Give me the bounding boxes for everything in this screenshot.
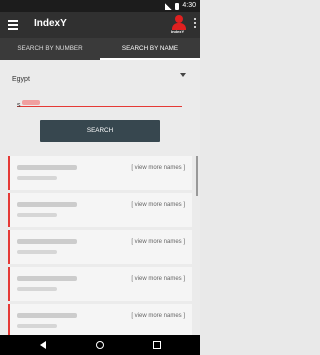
view-more-names-link[interactable]: [ view more names ] — [131, 276, 185, 282]
result-card[interactable]: [ view more names ] — [8, 193, 192, 227]
redacted-phone — [17, 324, 57, 328]
back-icon[interactable] — [40, 341, 46, 349]
redacted-name — [17, 202, 77, 207]
redacted-phone — [17, 250, 57, 254]
screen: 4:30 IndexY IndexY SEARCH BY NUMBER SEAR… — [0, 0, 200, 355]
redacted-name — [17, 313, 77, 318]
country-select[interactable]: Egypt — [12, 68, 188, 83]
view-more-names-link[interactable]: [ view more names ] — [131, 165, 185, 171]
redacted-phone — [17, 176, 57, 180]
signal-icon — [165, 2, 173, 10]
tab-bar: SEARCH BY NUMBER SEARCH BY NAME — [0, 38, 200, 60]
view-more-names-link[interactable]: [ view more names ] — [131, 313, 185, 319]
redacted-phone — [17, 287, 57, 291]
app-logo: IndexY — [171, 15, 186, 35]
dropdown-arrow-icon — [180, 73, 186, 77]
result-card[interactable]: [ view more names ] — [8, 156, 192, 190]
redacted-name — [17, 239, 77, 244]
tab-search-by-name[interactable]: SEARCH BY NAME — [100, 38, 200, 60]
view-more-names-link[interactable]: [ view more names ] — [131, 202, 185, 208]
view-more-names-link[interactable]: [ view more names ] — [131, 239, 185, 245]
status-time: 4:30 — [182, 2, 196, 9]
redacted-text — [21, 100, 40, 106]
app-title: IndexY — [34, 18, 67, 29]
recent-apps-icon[interactable] — [153, 341, 161, 349]
redacted-phone — [17, 213, 57, 217]
result-card[interactable]: [ view more names ] — [8, 304, 192, 338]
country-value: Egypt — [12, 76, 30, 83]
app-bar: IndexY IndexY — [0, 12, 200, 38]
result-card[interactable]: [ view more names ] — [8, 267, 192, 301]
result-card[interactable]: [ view more names ] — [8, 230, 192, 264]
battery-icon — [175, 2, 180, 10]
status-bar: 4:30 — [0, 0, 200, 12]
scrollbar[interactable] — [196, 156, 198, 196]
tab-search-by-number[interactable]: SEARCH BY NUMBER — [0, 38, 100, 60]
home-icon[interactable] — [96, 341, 104, 349]
system-nav-bar — [0, 335, 200, 355]
name-search-value: s — [17, 102, 21, 109]
name-search-input[interactable]: s — [17, 94, 182, 109]
menu-icon[interactable] — [8, 20, 18, 30]
search-button[interactable]: SEARCH — [40, 120, 160, 142]
redacted-name — [17, 165, 77, 170]
redacted-name — [17, 276, 77, 281]
overflow-menu-icon[interactable] — [193, 18, 197, 30]
results-list: [ view more names ] [ view more names ] … — [8, 156, 192, 341]
